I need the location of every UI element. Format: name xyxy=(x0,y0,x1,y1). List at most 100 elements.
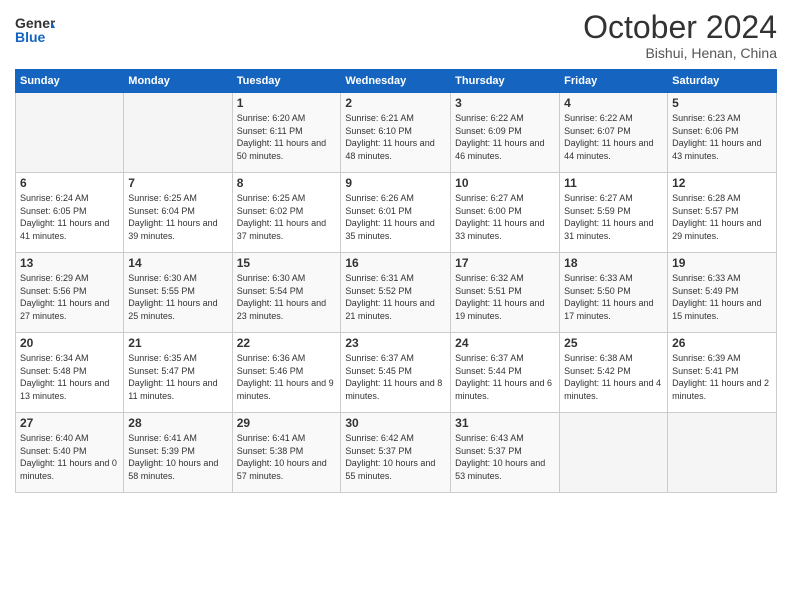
day-info: Sunrise: 6:37 AM Sunset: 5:45 PM Dayligh… xyxy=(345,352,446,402)
calendar-cell: 20 Sunrise: 6:34 AM Sunset: 5:48 PM Dayli… xyxy=(16,333,124,413)
page: General Blue October 2024 Bishui, Henan,… xyxy=(0,0,792,612)
calendar-cell: 10 Sunrise: 6:27 AM Sunset: 6:00 PM Dayli… xyxy=(451,173,560,253)
calendar-cell: 14 Sunrise: 6:30 AM Sunset: 5:55 PM Dayli… xyxy=(124,253,232,333)
calendar-cell: 13Sunrise: 6:29 AM Sunset: 5:56 PM Dayli… xyxy=(16,253,124,333)
day-info: Sunrise: 6:29 AM Sunset: 5:56 PM Dayligh… xyxy=(20,272,119,322)
calendar-cell: 11Sunrise: 6:27 AM Sunset: 5:59 PM Dayli… xyxy=(560,173,668,253)
day-number: 18 xyxy=(564,256,663,270)
day-info: Sunrise: 6:30 AM Sunset: 5:54 PM Dayligh… xyxy=(237,272,337,322)
weekday-header-friday: Friday xyxy=(560,70,668,93)
calendar-cell: 29 Sunrise: 6:41 AM Sunset: 5:38 PM Dayli… xyxy=(232,413,341,493)
day-number: 4 xyxy=(564,96,663,110)
day-number: 15 xyxy=(237,256,337,270)
calendar-cell: 22 Sunrise: 6:36 AM Sunset: 5:46 PM Dayli… xyxy=(232,333,341,413)
title-area: October 2024 Bishui, Henan, China xyxy=(583,10,777,61)
day-number: 12 xyxy=(672,176,772,190)
weekday-header-monday: Monday xyxy=(124,70,232,93)
calendar-cell: 25Sunrise: 6:38 AM Sunset: 5:42 PM Dayli… xyxy=(560,333,668,413)
svg-text:Blue: Blue xyxy=(15,29,46,45)
calendar-cell: 17Sunrise: 6:32 AM Sunset: 5:51 PM Dayli… xyxy=(451,253,560,333)
day-info: Sunrise: 6:20 AM Sunset: 6:11 PM Dayligh… xyxy=(237,112,337,162)
calendar-cell: 18 Sunrise: 6:33 AM Sunset: 5:50 PM Dayli… xyxy=(560,253,668,333)
day-number: 7 xyxy=(128,176,227,190)
calendar-cell: 26 Sunrise: 6:39 AM Sunset: 5:41 PM Dayli… xyxy=(668,333,777,413)
day-info: Sunrise: 6:39 AM Sunset: 5:41 PM Dayligh… xyxy=(672,352,772,402)
day-number: 26 xyxy=(672,336,772,350)
logo: General Blue xyxy=(15,10,55,55)
day-number: 10 xyxy=(455,176,555,190)
logo-icon: General Blue xyxy=(15,10,55,55)
weekday-header-tuesday: Tuesday xyxy=(232,70,341,93)
week-row-1: 6Sunrise: 6:24 AM Sunset: 6:05 PM Daylig… xyxy=(16,173,777,253)
day-info: Sunrise: 6:33 AM Sunset: 5:49 PM Dayligh… xyxy=(672,272,772,322)
day-number: 28 xyxy=(128,416,227,430)
calendar-cell: 30 Sunrise: 6:42 AM Sunset: 5:37 PM Dayli… xyxy=(341,413,451,493)
calendar-cell: 6Sunrise: 6:24 AM Sunset: 6:05 PM Daylig… xyxy=(16,173,124,253)
day-info: Sunrise: 6:31 AM Sunset: 5:52 PM Dayligh… xyxy=(345,272,446,322)
calendar-cell xyxy=(560,413,668,493)
day-info: Sunrise: 6:27 AM Sunset: 6:00 PM Dayligh… xyxy=(455,192,555,242)
day-info: Sunrise: 6:34 AM Sunset: 5:48 PM Dayligh… xyxy=(20,352,119,402)
day-number: 14 xyxy=(128,256,227,270)
day-number: 2 xyxy=(345,96,446,110)
day-number: 23 xyxy=(345,336,446,350)
day-number: 21 xyxy=(128,336,227,350)
calendar-cell: 15 Sunrise: 6:30 AM Sunset: 5:54 PM Dayli… xyxy=(232,253,341,333)
day-number: 8 xyxy=(237,176,337,190)
week-row-3: 20 Sunrise: 6:34 AM Sunset: 5:48 PM Dayli… xyxy=(16,333,777,413)
day-number: 16 xyxy=(345,256,446,270)
day-info: Sunrise: 6:25 AM Sunset: 6:04 PM Dayligh… xyxy=(128,192,227,242)
day-info: Sunrise: 6:40 AM Sunset: 5:40 PM Dayligh… xyxy=(20,432,119,482)
calendar-cell: 1 Sunrise: 6:20 AM Sunset: 6:11 PM Daylig… xyxy=(232,93,341,173)
calendar-cell: 23 Sunrise: 6:37 AM Sunset: 5:45 PM Dayli… xyxy=(341,333,451,413)
day-info: Sunrise: 6:36 AM Sunset: 5:46 PM Dayligh… xyxy=(237,352,337,402)
day-number: 19 xyxy=(672,256,772,270)
weekday-header-wednesday: Wednesday xyxy=(341,70,451,93)
calendar-cell: 19 Sunrise: 6:33 AM Sunset: 5:49 PM Dayli… xyxy=(668,253,777,333)
day-info: Sunrise: 6:41 AM Sunset: 5:38 PM Dayligh… xyxy=(237,432,337,482)
day-number: 29 xyxy=(237,416,337,430)
calendar-cell: 7 Sunrise: 6:25 AM Sunset: 6:04 PM Daylig… xyxy=(124,173,232,253)
calendar-table: SundayMondayTuesdayWednesdayThursdayFrid… xyxy=(15,69,777,493)
day-number: 20 xyxy=(20,336,119,350)
calendar-header: SundayMondayTuesdayWednesdayThursdayFrid… xyxy=(16,70,777,93)
calendar-cell: 27 Sunrise: 6:40 AM Sunset: 5:40 PM Dayli… xyxy=(16,413,124,493)
location-subtitle: Bishui, Henan, China xyxy=(583,45,777,61)
day-number: 17 xyxy=(455,256,555,270)
weekday-row: SundayMondayTuesdayWednesdayThursdayFrid… xyxy=(16,70,777,93)
day-number: 25 xyxy=(564,336,663,350)
day-number: 1 xyxy=(237,96,337,110)
day-number: 27 xyxy=(20,416,119,430)
day-number: 24 xyxy=(455,336,555,350)
month-title: October 2024 xyxy=(583,10,777,45)
day-info: Sunrise: 6:30 AM Sunset: 5:55 PM Dayligh… xyxy=(128,272,227,322)
day-info: Sunrise: 6:42 AM Sunset: 5:37 PM Dayligh… xyxy=(345,432,446,482)
day-info: Sunrise: 6:26 AM Sunset: 6:01 PM Dayligh… xyxy=(345,192,446,242)
day-number: 31 xyxy=(455,416,555,430)
calendar-cell xyxy=(124,93,232,173)
calendar-cell xyxy=(668,413,777,493)
day-number: 11 xyxy=(564,176,663,190)
calendar-cell: 9 Sunrise: 6:26 AM Sunset: 6:01 PM Daylig… xyxy=(341,173,451,253)
day-info: Sunrise: 6:35 AM Sunset: 5:47 PM Dayligh… xyxy=(128,352,227,402)
calendar-cell: 31Sunrise: 6:43 AM Sunset: 5:37 PM Dayli… xyxy=(451,413,560,493)
day-info: Sunrise: 6:21 AM Sunset: 6:10 PM Dayligh… xyxy=(345,112,446,162)
calendar-body: 1 Sunrise: 6:20 AM Sunset: 6:11 PM Daylig… xyxy=(16,93,777,493)
header: General Blue October 2024 Bishui, Henan,… xyxy=(15,10,777,61)
day-number: 3 xyxy=(455,96,555,110)
calendar-cell: 2 Sunrise: 6:21 AM Sunset: 6:10 PM Daylig… xyxy=(341,93,451,173)
calendar-cell: 12Sunrise: 6:28 AM Sunset: 5:57 PM Dayli… xyxy=(668,173,777,253)
day-info: Sunrise: 6:22 AM Sunset: 6:07 PM Dayligh… xyxy=(564,112,663,162)
day-number: 5 xyxy=(672,96,772,110)
calendar-cell: 28Sunrise: 6:41 AM Sunset: 5:39 PM Dayli… xyxy=(124,413,232,493)
day-number: 9 xyxy=(345,176,446,190)
calendar-cell xyxy=(16,93,124,173)
week-row-2: 13Sunrise: 6:29 AM Sunset: 5:56 PM Dayli… xyxy=(16,253,777,333)
day-number: 30 xyxy=(345,416,446,430)
day-number: 22 xyxy=(237,336,337,350)
week-row-4: 27 Sunrise: 6:40 AM Sunset: 5:40 PM Dayli… xyxy=(16,413,777,493)
calendar-cell: 4 Sunrise: 6:22 AM Sunset: 6:07 PM Daylig… xyxy=(560,93,668,173)
day-info: Sunrise: 6:23 AM Sunset: 6:06 PM Dayligh… xyxy=(672,112,772,162)
day-info: Sunrise: 6:33 AM Sunset: 5:50 PM Dayligh… xyxy=(564,272,663,322)
weekday-header-sunday: Sunday xyxy=(16,70,124,93)
